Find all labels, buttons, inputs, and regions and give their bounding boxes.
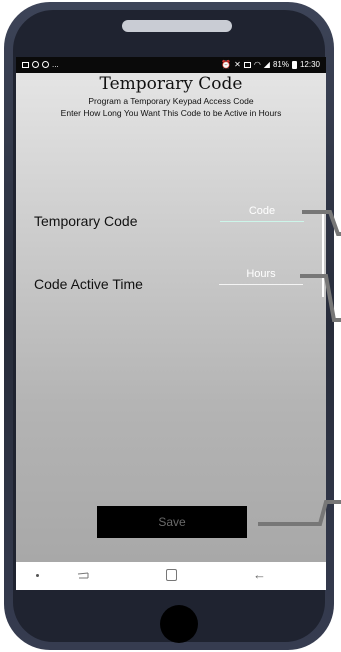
page-subtitle-line2: Enter How Long You Want This Code to be … [60,108,282,118]
back-icon[interactable]: ← [253,567,266,582]
navigation-bar: ← [16,562,326,590]
page-subtitle-line1: Program a Temporary Keypad Access Code [88,96,254,106]
recent-apps-icon[interactable] [76,570,90,582]
home-icon[interactable] [166,569,177,581]
app-screen: ... ⏰ ✕ ◠ ◢ 81% 12:30 Temporary Code Pro… [16,57,326,590]
sync-icon [32,61,39,68]
status-overflow: ... [52,60,59,69]
image-icon [22,61,29,68]
wifi-icon: ◠ [253,60,261,69]
scroll-indicator [322,213,324,297]
temporary-code-label: Temporary Code [34,213,138,229]
code-input[interactable]: Code [220,205,304,222]
nfc-icon [243,61,251,68]
hours-input[interactable]: Hours [219,268,303,285]
code-active-time-label: Code Active Time [34,276,143,292]
battery-percent: 81% [272,60,289,69]
dot-icon[interactable] [36,574,39,577]
home-hardware-button[interactable] [160,605,198,643]
battery-icon [291,60,297,69]
status-bar: ... ⏰ ✕ ◠ ◢ 81% 12:30 [16,57,326,73]
page-title: Temporary Code [99,74,243,94]
speaker-grille [122,20,232,32]
alarm-icon: ⏰ [221,60,232,69]
signal-icon: ◢ [263,60,270,69]
status-time: 12:30 [299,60,320,69]
save-button[interactable]: Save [97,506,247,538]
mute-icon: ✕ [234,60,241,69]
status-right: ⏰ ✕ ◠ ◢ 81% 12:30 [221,60,320,69]
status-left: ... [22,60,59,69]
whatsapp-icon [42,61,49,68]
